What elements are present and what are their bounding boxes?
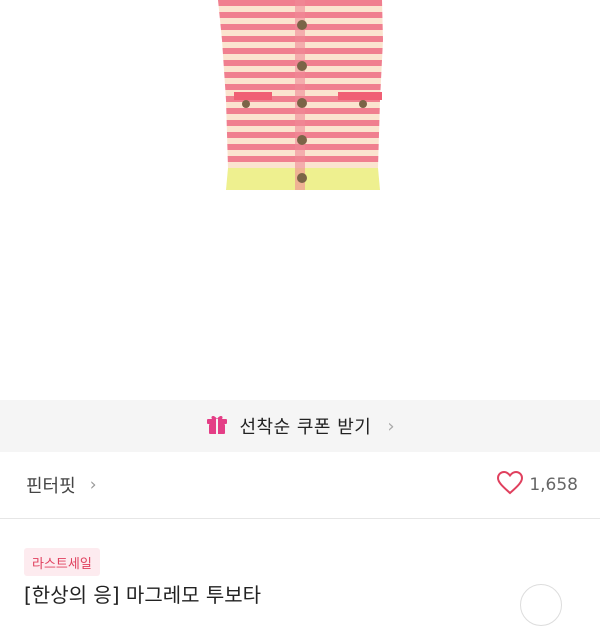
chevron-right-icon: › — [387, 415, 395, 437]
coupon-bar[interactable]: 선착순 쿠폰 받기 › — [0, 400, 600, 452]
brand-row: 핀터핏 › 1,658 — [0, 452, 600, 518]
brand-link[interactable]: 핀터핏 › — [26, 472, 97, 498]
divider — [0, 518, 600, 519]
heart-icon — [497, 470, 524, 499]
cardigan-image — [218, 0, 383, 190]
product-image[interactable] — [0, 0, 600, 400]
gift-icon — [205, 412, 229, 440]
like-count: 1,658 — [529, 475, 578, 495]
product-title: [한상의 응] 마그레모 투보타 — [24, 583, 262, 607]
coupon-label: 선착순 쿠폰 받기 — [239, 417, 372, 438]
share-button[interactable] — [520, 584, 562, 626]
brand-name: 핀터핏 — [26, 476, 76, 497]
sale-badge: 라스트세일 — [24, 548, 100, 576]
chevron-right-icon: › — [89, 475, 97, 495]
like-button[interactable]: 1,658 — [497, 470, 578, 499]
